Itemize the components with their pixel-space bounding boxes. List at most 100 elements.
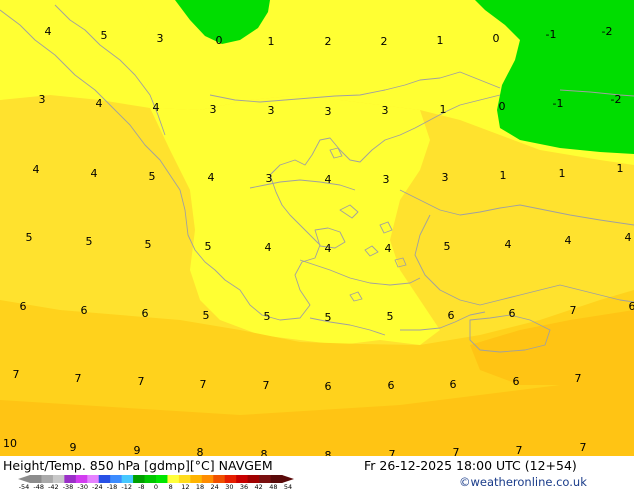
temperature-value-label: 4 (208, 171, 215, 184)
legend-swatch (178, 475, 191, 483)
temperature-value-label: 2 (325, 35, 332, 48)
legend-swatch (270, 475, 283, 483)
legend-swatch (259, 475, 272, 483)
temperature-value-label: 5 (264, 310, 271, 323)
temperature-value-label: 7 (75, 372, 82, 385)
legend-swatch (87, 475, 100, 483)
temperature-value-label: 3 (268, 104, 275, 117)
temperature-value-label: 6 (513, 375, 520, 388)
temperature-value-label: 6 (450, 378, 457, 391)
temperature-value-label: 1 (617, 162, 624, 175)
temperature-value-label: 6 (142, 307, 149, 320)
temperature-value-label: 7 (138, 375, 145, 388)
legend-swatch (201, 475, 214, 483)
temperature-value-label: -2 (611, 93, 622, 106)
temperature-value-label: 3 (39, 93, 46, 106)
temperature-value-label: 4 (91, 167, 98, 180)
temperature-value-label: 4 (505, 238, 512, 251)
temperature-value-label: 5 (205, 240, 212, 253)
legend-swatch (64, 475, 77, 483)
legend-swatch (144, 475, 157, 483)
credit-link[interactable]: ©weatheronline.co.uk (459, 475, 587, 489)
temperature-value-label: 3 (382, 104, 389, 117)
temperature-value-label: 6 (448, 309, 455, 322)
temperature-value-label: 6 (509, 307, 516, 320)
legend-tick-label: -8 (138, 483, 144, 490)
temperature-value-label: 9 (134, 444, 141, 457)
temperature-value-label: 7 (516, 444, 523, 457)
temperature-value-label: 7 (570, 304, 577, 317)
legend-swatch (133, 475, 146, 483)
legend-swatch (30, 475, 42, 483)
legend-tick-label: -48 (33, 483, 44, 490)
temperature-value-label: 1 (440, 103, 447, 116)
temperature-value-label: 5 (387, 310, 394, 323)
legend-tick-label: 36 (240, 483, 248, 490)
legend-tick-label: -12 (121, 483, 132, 490)
temperature-value-label: 0 (499, 100, 506, 113)
legend-swatch (121, 475, 134, 483)
temperature-value-label: 4 (33, 163, 40, 176)
temperature-value-label: 0 (493, 32, 500, 45)
temperature-value-label: 3 (325, 105, 332, 118)
legend-tick-label: -54 (19, 483, 30, 490)
legend-tick-label: 54 (284, 483, 292, 490)
legend-swatch (41, 475, 54, 483)
temperature-value-label: 4 (96, 97, 103, 110)
temperature-value-label: -1 (553, 97, 564, 110)
legend-tick-label: 8 (169, 483, 173, 490)
temperature-value-label: 3 (266, 172, 273, 185)
legend-tick-label: 42 (255, 483, 263, 490)
temperature-value-label: 6 (20, 300, 27, 313)
temperature-map: 4 5 3 0 1 2 2 1 0 -1 -23 4 4 3 3 3 3 1 0 -1 -24 4 5 4 3 4 3 3 1 1 15 5 5… (0, 0, 634, 490)
legend-tick-label: 12 (181, 483, 189, 490)
temperature-value-label: 6 (81, 304, 88, 317)
temperature-value-label: 4 (325, 173, 332, 186)
temperature-value-label: 5 (101, 29, 108, 42)
temperature-value-label: 1 (559, 167, 566, 180)
temperature-value-label: 7 (13, 368, 20, 381)
legend-tick-label: 30 (225, 483, 233, 490)
temperature-value-label: 5 (26, 231, 33, 244)
legend-swatch (247, 475, 260, 483)
temperature-value-label: 1 (437, 34, 444, 47)
temperature-value-label: 0 (216, 34, 223, 47)
map-valid-time: Fr 26-12-2025 18:00 UTC (12+54) (364, 458, 577, 473)
temperature-value-label: 5 (325, 311, 332, 324)
temperature-value-label: 5 (203, 309, 210, 322)
temperature-value-label: 4 (625, 231, 632, 244)
temperature-value-label: 3 (442, 171, 449, 184)
temperature-value-label: 4 (565, 234, 572, 247)
temperature-value-label: 1 (268, 35, 275, 48)
legend-tick-label: -24 (92, 483, 103, 490)
legend-tick-label: -38 (63, 483, 74, 490)
map-title: Height/Temp. 850 hPa [gdmp][°C] NAVGEM (3, 458, 273, 473)
temperature-value-label: 5 (444, 240, 451, 253)
temperature-value-label: 5 (149, 170, 156, 183)
temperature-value-label: 3 (210, 103, 217, 116)
map-stage: 4 5 3 0 1 2 2 1 0 -1 -2 3 4 4 3 3 3 3 1 0 -1 -2 4 4 5 4 3 4 3 3 1 1 1 5 5 5… (0, 0, 634, 490)
temperature-value-label: 7 (200, 378, 207, 391)
temperature-value-label: 7 (263, 379, 270, 392)
legend-swatch (236, 475, 249, 483)
legend-tick-label: -18 (107, 483, 118, 490)
legend-swatch (190, 475, 203, 483)
temperature-value-label: 6 (388, 379, 395, 392)
temperature-value-label: -1 (546, 28, 557, 41)
legend-swatch (156, 475, 168, 483)
legend-swatch (110, 475, 123, 483)
legend-swatch (224, 475, 237, 483)
temperature-value-label: 1 (500, 169, 507, 182)
temperature-value-label: 6 (629, 300, 634, 313)
temperature-value-label: 10 (3, 437, 17, 450)
legend-tick-label: -42 (48, 483, 59, 490)
temperature-value-label: 9 (70, 441, 77, 454)
temperature-value-label: 4 (325, 242, 332, 255)
legend-swatch (52, 475, 65, 483)
temperature-value-label: -2 (602, 25, 613, 38)
temperature-value-label: 7 (575, 372, 582, 385)
legend-tick-label: 24 (211, 483, 219, 490)
temperature-value-label: 3 (383, 173, 390, 186)
legend-swatch (98, 475, 111, 483)
legend-swatch (213, 475, 226, 483)
